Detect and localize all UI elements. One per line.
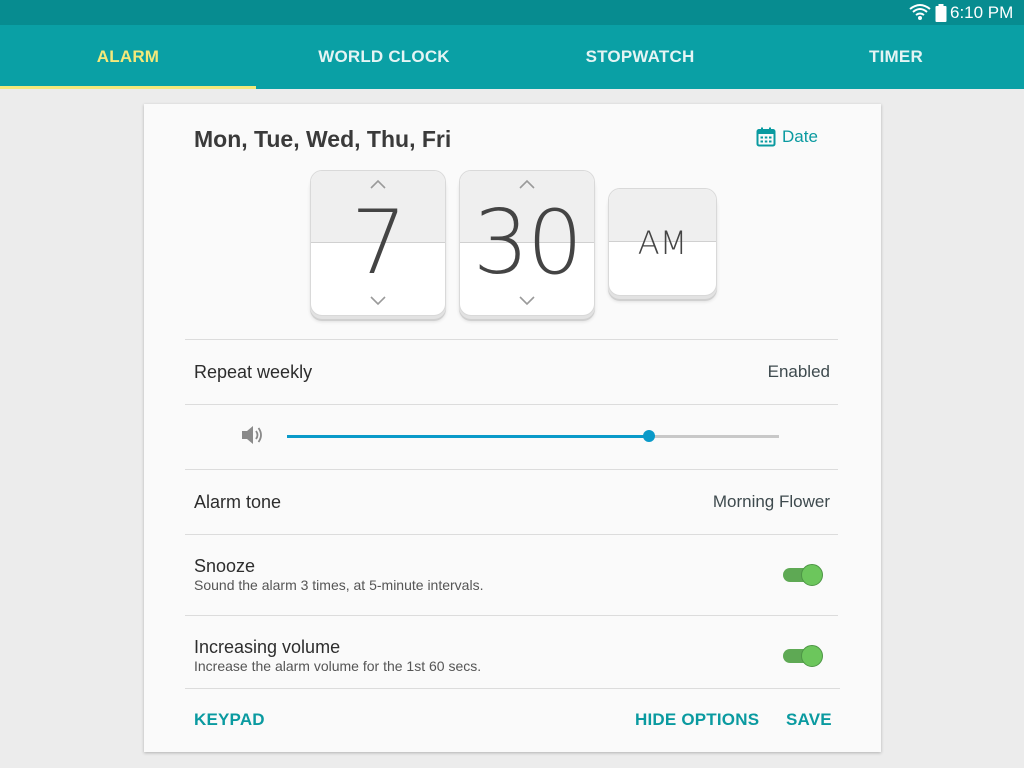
volume-slider-fill [287, 435, 649, 438]
increasing-volume-toggle[interactable] [783, 645, 823, 667]
chevron-down-icon[interactable] [370, 296, 386, 306]
save-button[interactable]: SAVE [786, 710, 832, 730]
snooze-description: Sound the alarm 3 times, at 5-minute int… [194, 577, 484, 593]
alarm-tone-label: Alarm tone [194, 492, 282, 512]
status-time: 6:10 PM [950, 3, 1014, 22]
hide-options-button[interactable]: HIDE OPTIONS [635, 710, 759, 730]
alarm-tone-value: Morning Flower [712, 492, 830, 511]
volume-slider[interactable] [287, 430, 779, 442]
tab-alarm[interactable]: ALARM [0, 25, 256, 89]
divider [185, 688, 840, 689]
battery-icon [935, 4, 947, 22]
minute-value: 30 [473, 191, 583, 294]
tab-stopwatch[interactable]: STOPWATCH [512, 25, 768, 89]
chevron-down-icon[interactable] [519, 296, 535, 306]
toggle-knob [801, 564, 823, 586]
status-bar: 6:10 PM [0, 0, 1024, 25]
minute-picker[interactable]: 30 [459, 170, 595, 316]
date-label: Date [782, 127, 818, 146]
active-tab-indicator [0, 86, 256, 89]
alarm-edit-card: Mon, Tue, Wed, Thu, Fri Date 7 30 AM Rep… [144, 104, 881, 752]
increasing-volume-description: Increase the alarm volume for the 1st 60… [194, 658, 482, 674]
divider [185, 404, 838, 405]
ampm-picker[interactable]: AM [608, 188, 717, 296]
date-button[interactable]: Date [756, 124, 818, 150]
snooze-label: Snooze [194, 556, 256, 576]
volume-slider-thumb[interactable] [642, 430, 655, 442]
snooze-toggle[interactable] [783, 564, 823, 586]
hour-value: 7 [351, 191, 407, 294]
ampm-value: AM [637, 224, 688, 262]
tab-bar: ALARM WORLD CLOCK STOPWATCH TIMER [0, 25, 1024, 89]
toggle-knob [801, 645, 823, 667]
hour-picker[interactable]: 7 [310, 170, 446, 316]
calendar-icon [756, 127, 776, 147]
snooze-row[interactable] [185, 535, 838, 615]
repeat-weekly-label: Repeat weekly [194, 362, 313, 382]
speaker-icon [242, 426, 262, 444]
wifi-icon [909, 4, 931, 20]
tab-world-clock[interactable]: WORLD CLOCK [256, 25, 512, 89]
repeat-days[interactable]: Mon, Tue, Wed, Thu, Fri [194, 126, 451, 153]
tab-timer[interactable]: TIMER [768, 25, 1024, 89]
chevron-up-icon[interactable] [519, 179, 535, 189]
chevron-up-icon[interactable] [370, 179, 386, 189]
repeat-weekly-value: Enabled [767, 362, 830, 381]
increasing-volume-label: Increasing volume [194, 637, 341, 657]
keypad-button[interactable]: KEYPAD [194, 710, 265, 730]
